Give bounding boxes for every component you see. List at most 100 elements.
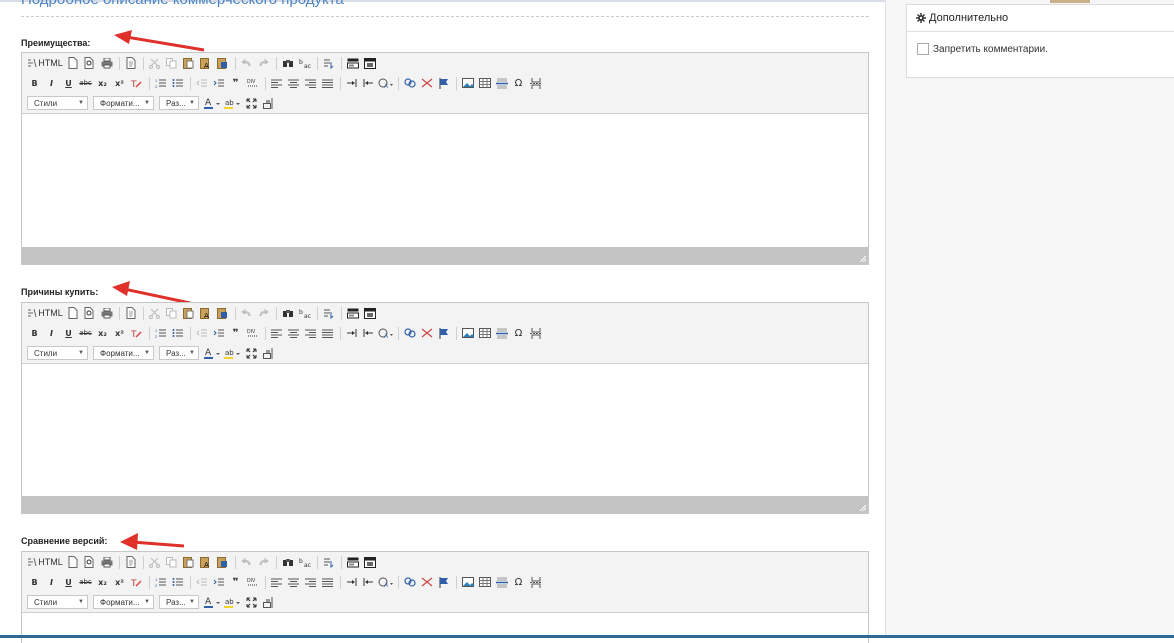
strike-button[interactable]: abc [78, 574, 93, 590]
align-left-button[interactable] [269, 75, 284, 91]
replace-button[interactable]: b ac [297, 305, 312, 321]
rich-text-editor-compare[interactable]: HTML A b ac B I U abc x₂ x² T 1 2 ❞ DIV … [21, 551, 869, 643]
subscript-button[interactable]: x₂ [95, 325, 110, 341]
indent-button[interactable] [211, 574, 226, 590]
background-color-button[interactable]: ab [224, 345, 242, 361]
rtl-button[interactable] [361, 75, 376, 91]
table-button[interactable] [477, 75, 492, 91]
align-left-button[interactable] [269, 574, 284, 590]
ltr-button[interactable] [344, 75, 359, 91]
div-container-button[interactable]: DIV [245, 574, 260, 590]
format-dropdown[interactable]: Формати... ▼ [93, 96, 154, 110]
redo-button[interactable] [256, 554, 271, 570]
remove-format-button[interactable]: T [129, 325, 144, 341]
maximize-button[interactable] [244, 95, 259, 111]
select-all-button[interactable] [321, 554, 336, 570]
underline-button[interactable]: U [61, 75, 76, 91]
print-button[interactable] [99, 554, 114, 570]
anchor-button[interactable] [436, 75, 451, 91]
resize-grip-icon[interactable] [860, 256, 866, 262]
rich-text-editor-advantages[interactable]: HTML A b ac B I U abc x₂ x² T 1 2 ❞ DIV … [21, 52, 869, 265]
italic-button[interactable]: I [44, 574, 59, 590]
div-container-button[interactable]: DIV [245, 325, 260, 341]
numbered-list-button[interactable]: 12 [153, 325, 168, 341]
align-justify-button[interactable] [320, 574, 335, 590]
form-button[interactable] [345, 305, 360, 321]
underline-button[interactable]: U [61, 574, 76, 590]
link-button[interactable] [402, 325, 417, 341]
special-char-button[interactable]: Ω [511, 75, 526, 91]
undo-button[interactable] [239, 55, 254, 71]
editor-content-area[interactable] [22, 363, 868, 496]
div-container-button[interactable]: DIV [245, 75, 260, 91]
size-dropdown[interactable]: Раз... ▼ [159, 595, 199, 609]
outdent-button[interactable] [194, 574, 209, 590]
preview-button[interactable] [82, 554, 97, 570]
language-button[interactable]: A [378, 325, 393, 341]
horizontal-rule-button[interactable] [494, 325, 509, 341]
rich-text-editor-reasons[interactable]: HTML A b ac B I U abc x₂ x² T 1 2 ❞ DIV … [21, 302, 869, 514]
new-page-button[interactable] [65, 55, 80, 71]
background-color-button[interactable]: ab [224, 594, 242, 610]
remove-format-button[interactable]: T [129, 574, 144, 590]
align-center-button[interactable] [286, 75, 301, 91]
print-button[interactable] [99, 305, 114, 321]
source-html-button[interactable]: HTML [27, 554, 63, 570]
text-color-button[interactable]: A [204, 345, 222, 361]
redo-button[interactable] [256, 305, 271, 321]
new-page-button[interactable] [65, 305, 80, 321]
ltr-button[interactable] [344, 325, 359, 341]
page-break-button[interactable] [528, 75, 543, 91]
unlink-button[interactable] [419, 325, 434, 341]
align-center-button[interactable] [286, 574, 301, 590]
language-button[interactable]: A [378, 574, 393, 590]
blockquote-button[interactable]: ❞ [228, 75, 243, 91]
templates-button[interactable] [123, 554, 138, 570]
rtl-button[interactable] [361, 325, 376, 341]
editor-content-area[interactable] [22, 113, 868, 247]
format-dropdown[interactable]: Формати... ▼ [93, 346, 154, 360]
align-justify-button[interactable] [320, 325, 335, 341]
cut-button[interactable] [147, 55, 162, 71]
outdent-button[interactable] [194, 75, 209, 91]
bold-button[interactable]: B [27, 75, 42, 91]
align-left-button[interactable] [269, 325, 284, 341]
size-dropdown[interactable]: Раз... ▼ [159, 96, 199, 110]
copy-button[interactable] [164, 554, 179, 570]
special-char-button[interactable]: Ω [511, 574, 526, 590]
italic-button[interactable]: I [44, 325, 59, 341]
select-all-button[interactable] [321, 55, 336, 71]
language-button[interactable]: A [378, 75, 393, 91]
paste-text-button[interactable]: A [198, 554, 213, 570]
show-blocks-button[interactable] [261, 95, 276, 111]
paste-button[interactable] [181, 554, 196, 570]
blockquote-button[interactable]: ❞ [228, 325, 243, 341]
show-blocks-button[interactable] [261, 345, 276, 361]
disable-comments-checkbox[interactable] [917, 43, 929, 55]
indent-button[interactable] [211, 325, 226, 341]
find-button[interactable] [280, 554, 295, 570]
form-button[interactable] [345, 554, 360, 570]
preview-button[interactable] [82, 305, 97, 321]
bullet-list-button[interactable] [170, 325, 185, 341]
find-button[interactable] [280, 305, 295, 321]
embed-button[interactable] [362, 55, 377, 71]
new-page-button[interactable] [65, 554, 80, 570]
styles-dropdown[interactable]: Стили ▼ [27, 96, 88, 110]
editor-content-area[interactable] [22, 612, 868, 643]
embed-button[interactable] [362, 305, 377, 321]
find-button[interactable] [280, 55, 295, 71]
source-html-button[interactable]: HTML [27, 55, 63, 71]
paste-button[interactable] [181, 55, 196, 71]
styles-dropdown[interactable]: Стили ▼ [27, 595, 88, 609]
unlink-button[interactable] [419, 75, 434, 91]
cut-button[interactable] [147, 554, 162, 570]
table-button[interactable] [477, 325, 492, 341]
background-color-button[interactable]: ab [224, 95, 242, 111]
paste-text-button[interactable]: A [198, 305, 213, 321]
ltr-button[interactable] [344, 574, 359, 590]
redo-button[interactable] [256, 55, 271, 71]
strike-button[interactable]: abc [78, 75, 93, 91]
superscript-button[interactable]: x² [112, 325, 127, 341]
templates-button[interactable] [123, 305, 138, 321]
